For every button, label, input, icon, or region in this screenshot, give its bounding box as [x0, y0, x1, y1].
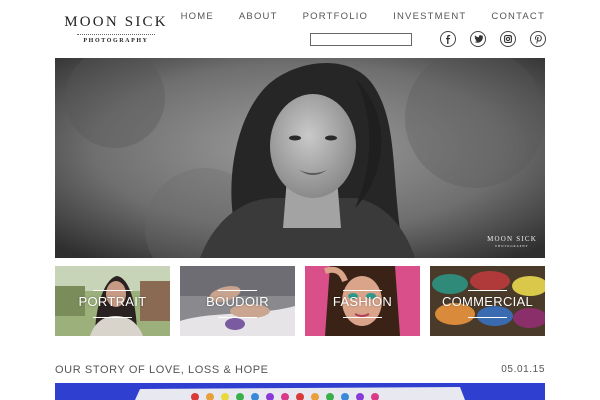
category-commercial-rule-top: [468, 290, 507, 291]
category-boudoir-rule-top: [218, 290, 257, 291]
search-input[interactable]: [310, 33, 412, 46]
category-fashion-rule-top: [343, 290, 382, 291]
post-title[interactable]: OUR STORY OF LOVE, LOSS & HOPE: [55, 364, 269, 376]
hero-watermark-tagline: PHOTOGRAPHY: [495, 244, 529, 248]
nav-contact[interactable]: CONTACT: [491, 11, 545, 22]
social-links: [440, 31, 560, 47]
logo-name: MOON SICK: [64, 14, 168, 30]
post-image-graphic: [55, 383, 545, 400]
nav-investment[interactable]: INVESTMENT: [393, 11, 466, 22]
hero-portrait-image: [55, 58, 545, 258]
instagram-icon[interactable]: [500, 31, 516, 47]
category-portrait-label: PORTRAIT: [78, 294, 147, 309]
post-date: 05.01.15: [501, 364, 545, 375]
category-portrait-rule-top: [93, 290, 132, 291]
nav-portfolio[interactable]: PORTFOLIO: [303, 11, 369, 22]
hero-banner: MOON SICK PHOTOGRAPHY: [55, 58, 545, 258]
pinterest-icon[interactable]: [530, 31, 546, 47]
category-commercial[interactable]: COMMERCIAL: [430, 266, 545, 336]
category-fashion-rule-bottom: [343, 317, 382, 318]
category-grid: PORTRAIT BOUDOIR FASHION COMMERCIAL: [55, 266, 545, 336]
category-boudoir[interactable]: BOUDOIR: [180, 266, 295, 336]
post-featured-image[interactable]: [55, 383, 545, 400]
hero-watermark-name: MOON SICK: [487, 235, 537, 243]
category-commercial-label: COMMERCIAL: [441, 294, 534, 309]
hero-watermark: MOON SICK PHOTOGRAPHY: [487, 235, 537, 248]
twitter-icon[interactable]: [470, 31, 486, 47]
main-nav: HOME ABOUT PORTFOLIO INVESTMENT CONTACT: [181, 11, 545, 22]
category-fashion[interactable]: FASHION: [305, 266, 420, 336]
category-portrait[interactable]: PORTRAIT: [55, 266, 170, 336]
nav-home[interactable]: HOME: [181, 11, 214, 22]
logo-tagline: PHOTOGRAPHY: [83, 38, 149, 44]
category-portrait-rule-bottom: [93, 317, 132, 318]
nav-about[interactable]: ABOUT: [239, 11, 278, 22]
category-boudoir-rule-bottom: [218, 317, 257, 318]
category-boudoir-label: BOUDOIR: [206, 294, 269, 309]
category-fashion-label: FASHION: [332, 294, 393, 309]
logo-divider: [77, 34, 155, 35]
facebook-icon[interactable]: [440, 31, 456, 47]
site-logo[interactable]: MOON SICK PHOTOGRAPHY: [60, 14, 172, 44]
category-commercial-rule-bottom: [468, 317, 507, 318]
